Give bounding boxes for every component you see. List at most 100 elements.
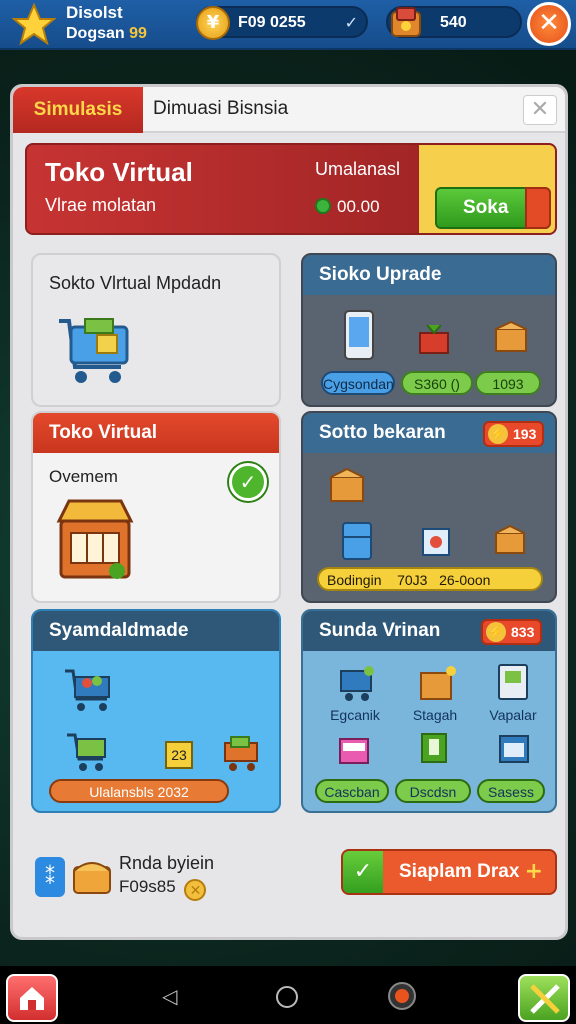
shop-icon — [56, 499, 134, 579]
footer-value: F09s85 ✕ — [119, 877, 207, 901]
sunda-pill-2[interactable]: Dscdsn — [395, 779, 471, 803]
bekaran-pill-1: Bodingin — [327, 572, 382, 588]
panel-footer: ⁑ Rnda byiein F09s85 ✕ ✓ Siaplam Drax + — [31, 847, 557, 911]
game-screen: Disolst Dogsan 99 ¥ F09 0255 ✓ 540 ✕ Sim… — [0, 0, 576, 1024]
top-bar: Disolst Dogsan 99 ¥ F09 0255 ✓ 540 ✕ — [0, 0, 576, 50]
sunda-item-3: Vapalar — [489, 707, 537, 723]
store-card-title: Sokto Vlrtual Mpdadn — [49, 273, 222, 293]
coin-icon: ✕ — [184, 879, 207, 901]
gem-counter[interactable]: 540 — [386, 6, 522, 38]
banner-button-label: Soka — [463, 197, 509, 218]
button-arrow — [525, 187, 551, 229]
banner-buy-button[interactable]: Soka — [435, 187, 551, 229]
toko-card-label: Ovemem — [49, 467, 118, 486]
box-icon — [420, 666, 456, 700]
sunda-item-1: Egcanik — [330, 707, 380, 723]
money-icon — [315, 198, 331, 214]
coin-icon: ¥ — [196, 6, 230, 40]
plus-icon: + — [524, 859, 543, 884]
shopping-cart-icon — [67, 733, 106, 771]
banner-money: 00.00 — [315, 197, 380, 217]
treasure-icon — [73, 862, 111, 894]
lightning-icon: ⚡ — [488, 424, 508, 444]
record-icon[interactable] — [388, 982, 416, 1010]
bekaran-badge-value: 193 — [513, 426, 537, 442]
start-business-button[interactable]: ✓ Siaplam Drax + — [341, 849, 557, 895]
game-button[interactable] — [518, 974, 570, 1022]
sign-icon — [498, 664, 528, 700]
upgrade-card-title: Sioko Uprade — [303, 255, 555, 295]
sunda-pill-1[interactable]: Cascban — [315, 779, 389, 803]
bekaran-badge: ⚡ 193 — [483, 421, 545, 447]
upgrade-pill-1[interactable]: Cygsondan — [321, 371, 395, 395]
banner-money-value: 00.00 — [337, 197, 380, 216]
panel-title: Dimuasi Bisnsia — [153, 98, 289, 119]
box-icon — [330, 467, 364, 502]
sunda-badge: ⚡ 833 — [481, 619, 543, 645]
coin-value: F09 0255 — [238, 14, 306, 31]
plant-icon — [421, 733, 447, 763]
player-sub: Dogsan — [66, 25, 125, 42]
system-nav-bar: ◁ — [0, 966, 576, 1024]
check-icon: ✓ — [343, 851, 383, 893]
nav-home-icon[interactable] — [276, 986, 298, 1008]
toko-card-title: Toko Virtual — [33, 413, 279, 453]
sunda-item-2: Stagah — [412, 707, 458, 723]
bekaran-pill-2: 70J3 — [397, 572, 428, 588]
bekaran-pill[interactable]: Bodingin 70J3 26-0oon — [317, 567, 543, 591]
tools-icon — [530, 984, 560, 1014]
toko-card[interactable]: Toko Virtual Ovemem ✓ — [31, 411, 281, 603]
footer-value-text: F09s85 — [119, 877, 176, 896]
close-button[interactable]: ✕ — [527, 2, 571, 46]
player-info: Dogsan 99 — [66, 25, 147, 43]
cart-icon — [340, 666, 374, 701]
upgrade-card[interactable]: Sioko Uprade Cygsondan S360 () 1093 — [301, 253, 557, 407]
gift-icon — [419, 324, 449, 354]
symbol-card-title: Syamdaldmade — [33, 611, 279, 651]
business-panel: Simulasis Dimuasi Bisnsia ✕ Toko Virtual… — [10, 84, 568, 940]
bekaran-pill-3: 26-0oon — [439, 572, 491, 588]
star-icon — [12, 3, 56, 46]
house-icon — [20, 987, 44, 1010]
box-icon — [495, 524, 525, 554]
shopping-cart-icon — [65, 669, 110, 711]
back-icon[interactable]: ◁ — [162, 984, 177, 1008]
shopping-cart-icon — [59, 318, 129, 383]
check-badge: ✓ — [229, 463, 267, 501]
player-name: Disolst — [66, 3, 123, 22]
symbol-tag: 23 — [165, 741, 193, 769]
symbol-card[interactable]: Syamdaldmade 23 Ulalansbls 2032 — [31, 609, 281, 813]
banner-title: Toko Virtual — [45, 157, 193, 187]
flower-icon — [422, 528, 450, 556]
cart-icon — [224, 736, 258, 771]
sunda-badge-value: 833 — [511, 624, 535, 640]
check-icon: ✓ — [344, 13, 358, 32]
banner-label: Umalanasl — [315, 159, 401, 179]
footer-title: Rnda byiein — [119, 853, 215, 873]
tab-bar: Simulasis Dimuasi Bisnsia ✕ — [13, 87, 565, 133]
gem-value: 540 — [440, 14, 467, 31]
coin-counter[interactable]: ¥ F09 0255 ✓ — [196, 6, 368, 40]
start-business-label: Siaplam Drax — [399, 861, 520, 882]
fridge-icon — [342, 522, 372, 560]
upgrade-pill-3[interactable]: 1093 — [475, 371, 541, 395]
gift-icon — [339, 738, 369, 764]
player-level: 99 — [129, 25, 147, 42]
phone-icon — [344, 310, 374, 360]
symbol-pill[interactable]: Ulalansbls 2032 — [49, 779, 229, 803]
upgrade-pill-2[interactable]: S360 () — [401, 371, 473, 395]
treasure-icon — [391, 7, 421, 37]
lightning-icon: ⚡ — [486, 622, 506, 642]
banner-subtitle: Vlrae molatan — [45, 195, 157, 215]
bekaran-card[interactable]: Sotto bekaran ⚡ 193 Bodingin 70J3 26-0oon — [301, 411, 557, 603]
sunda-pill-3[interactable]: Sasess — [477, 779, 545, 803]
store-banner: Toko Virtual Vlrae molatan Umalanasl 00.… — [25, 143, 557, 235]
calendar-icon — [499, 735, 529, 763]
tab-simulasi[interactable]: Simulasis — [13, 87, 143, 133]
store-card[interactable]: Sokto Vlrtual Mpdadn — [31, 253, 281, 407]
panel-close-button[interactable]: ✕ — [523, 95, 557, 125]
sunda-card[interactable]: Sunda Vrinan ⚡ 833 Egcanik Stagah Vapalar… — [301, 609, 557, 813]
box-icon — [495, 320, 527, 352]
home-button[interactable] — [6, 974, 58, 1022]
share-icon[interactable]: ⁑ — [35, 857, 65, 897]
